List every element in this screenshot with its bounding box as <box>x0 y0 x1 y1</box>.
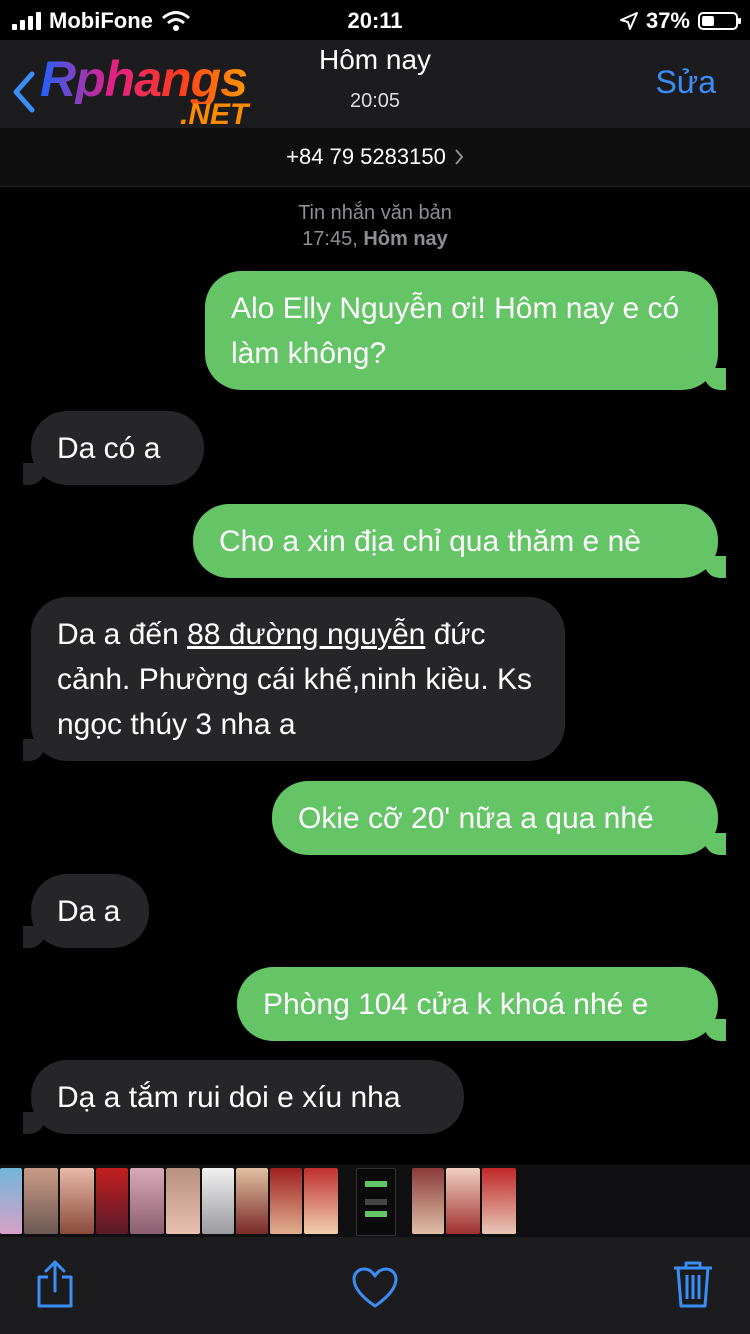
message-text: Dạ a tắm rui doi e xíu nha <box>57 1080 401 1114</box>
thread-time: 17:45, <box>302 228 358 250</box>
photo-thumbnail[interactable] <box>304 1168 338 1234</box>
photo-thumbnail[interactable] <box>166 1168 200 1234</box>
bottom-toolbar <box>0 1237 750 1334</box>
chevron-right-icon <box>455 149 464 165</box>
thread-day: Hôm nay <box>363 228 448 250</box>
message-received[interactable]: Dạ a tắm rui doi e xíu nha <box>23 1060 464 1134</box>
photo-thumbnail-strip[interactable] <box>0 1165 750 1237</box>
header-title: Hôm nay <box>318 44 432 75</box>
thread-timestamp: 17:45, Hôm nay <box>0 228 750 251</box>
message-text: Okie cỡ 20' nữa a qua nhé <box>298 801 654 835</box>
thread-type: Tin nhắn văn bản <box>298 202 452 224</box>
location-arrow-icon <box>619 12 638 30</box>
photo-thumbnail[interactable] <box>0 1168 22 1234</box>
photo-thumbnail[interactable] <box>24 1168 58 1234</box>
header-subtitle: 20:05 <box>349 90 401 112</box>
message-sent[interactable]: Okie cỡ 20' nữa a qua nhé <box>272 781 726 855</box>
share-icon[interactable] <box>34 1259 76 1309</box>
message-text: Phòng 104 cửa k khoá nhé e <box>263 987 649 1021</box>
message-received[interactable]: Da có a <box>23 411 204 485</box>
message-text: Da a <box>57 894 121 928</box>
contact-number: +84 79 5283150 <box>286 144 446 169</box>
edit-button[interactable]: Sửa <box>655 64 716 101</box>
photo-thumbnail[interactable] <box>412 1168 444 1234</box>
photo-thumbnail[interactable] <box>482 1168 516 1234</box>
photo-thumbnail[interactable] <box>202 1168 234 1234</box>
message-text: Da có a <box>57 431 161 465</box>
contact-bar[interactable]: +84 79 5283150 <box>0 128 750 187</box>
photo-thumbnail[interactable] <box>130 1168 164 1234</box>
battery-percent: 37% <box>645 8 690 33</box>
message-text: Cho a xin địa chỉ qua thăm e nè <box>219 524 641 558</box>
message-text: Alo Elly Nguyễn ơi! Hôm nay e có làm khô… <box>231 291 680 370</box>
photo-thumbnail[interactable] <box>60 1168 94 1234</box>
message-sent[interactable]: Cho a xin địa chỉ qua thăm e nè <box>193 504 726 578</box>
battery-icon <box>698 12 741 30</box>
status-bar: MobiFone 20:11 37% <box>0 0 750 40</box>
message-sent[interactable]: Phòng 104 cửa k khoá nhé e <box>237 967 726 1041</box>
heart-icon[interactable] <box>352 1267 398 1309</box>
message-received[interactable]: Da a <box>23 874 149 948</box>
photo-thumbnail[interactable] <box>96 1168 128 1234</box>
nav-header: Rphangs .NET Hôm nay 20:05 Sửa <box>0 40 750 130</box>
message-received[interactable]: Da a đến 88 đường nguyễn đức cảnh. Phườn… <box>23 597 565 761</box>
status-right: 37% <box>619 8 741 34</box>
photo-thumbnail-screenshot[interactable] <box>356 1168 396 1236</box>
battery-fill <box>702 16 714 26</box>
photo-thumbnail[interactable] <box>270 1168 302 1234</box>
trash-icon[interactable] <box>672 1259 714 1309</box>
message-text-part: Da a đến <box>57 617 188 651</box>
address-link[interactable]: 88 đường nguyễn <box>187 618 425 651</box>
message-text: Da a đến 88 đường nguyễn đức cảnh. Phườn… <box>57 612 539 747</box>
photo-thumbnail[interactable] <box>446 1168 480 1234</box>
photo-thumbnail[interactable] <box>236 1168 268 1234</box>
message-sent[interactable]: Alo Elly Nguyễn ơi! Hôm nay e có làm khô… <box>205 271 726 390</box>
